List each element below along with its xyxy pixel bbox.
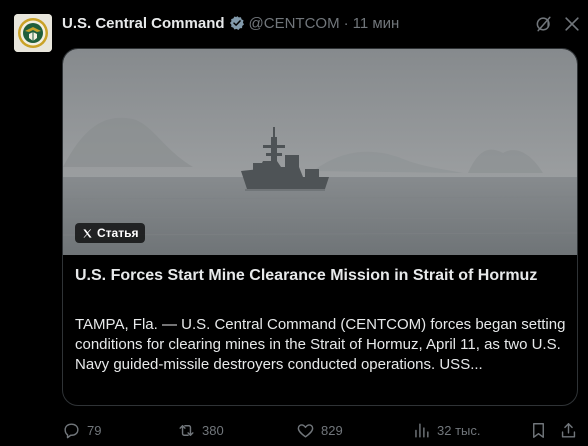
- like-icon: [297, 423, 314, 438]
- article-description: TAMPA, Fla. — U.S. Central Command (CENT…: [75, 316, 566, 373]
- reply-button[interactable]: 79: [62, 418, 101, 442]
- reply-count: 79: [87, 422, 102, 438]
- like-count: 829: [321, 422, 343, 438]
- share-button[interactable]: [559, 418, 578, 442]
- share-icon: [561, 422, 576, 438]
- reply-icon: [64, 422, 79, 438]
- centcom-seal-icon: [14, 14, 52, 52]
- repost-count: 380: [202, 422, 224, 438]
- like-button[interactable]: 829: [296, 418, 343, 442]
- article-badge-label: Статья: [97, 226, 139, 240]
- views-icon: [415, 422, 429, 438]
- separator-dot: ·: [343, 14, 349, 32]
- bookmark-button[interactable]: [529, 418, 548, 442]
- action-bar: 79 380 829 32 тыс.: [62, 418, 582, 442]
- more-icon[interactable]: [562, 14, 582, 34]
- avatar[interactable]: [14, 14, 52, 52]
- article-card[interactable]: Статья U.S. Forces Start Mine Clearance …: [62, 48, 578, 406]
- grok-icon[interactable]: [534, 14, 554, 34]
- repost-icon: [179, 424, 194, 436]
- author-name[interactable]: U.S. Central Command: [62, 15, 225, 32]
- tweet-header: U.S. Central Command @CENTCOM · 11 мин: [62, 12, 399, 34]
- views-button[interactable]: 32 тыс.: [412, 418, 480, 442]
- verified-badge-icon[interactable]: [229, 15, 245, 31]
- author-handle[interactable]: @CENTCOM: [249, 15, 340, 32]
- article-title[interactable]: U.S. Forces Start Mine Clearance Mission…: [75, 265, 565, 286]
- x-logo-icon: [83, 228, 92, 238]
- timestamp[interactable]: 11 мин: [353, 15, 400, 32]
- views-count: 32 тыс.: [437, 422, 481, 438]
- repost-button[interactable]: 380: [177, 418, 224, 442]
- article-badge: Статья: [75, 223, 146, 243]
- bookmark-icon: [533, 422, 544, 438]
